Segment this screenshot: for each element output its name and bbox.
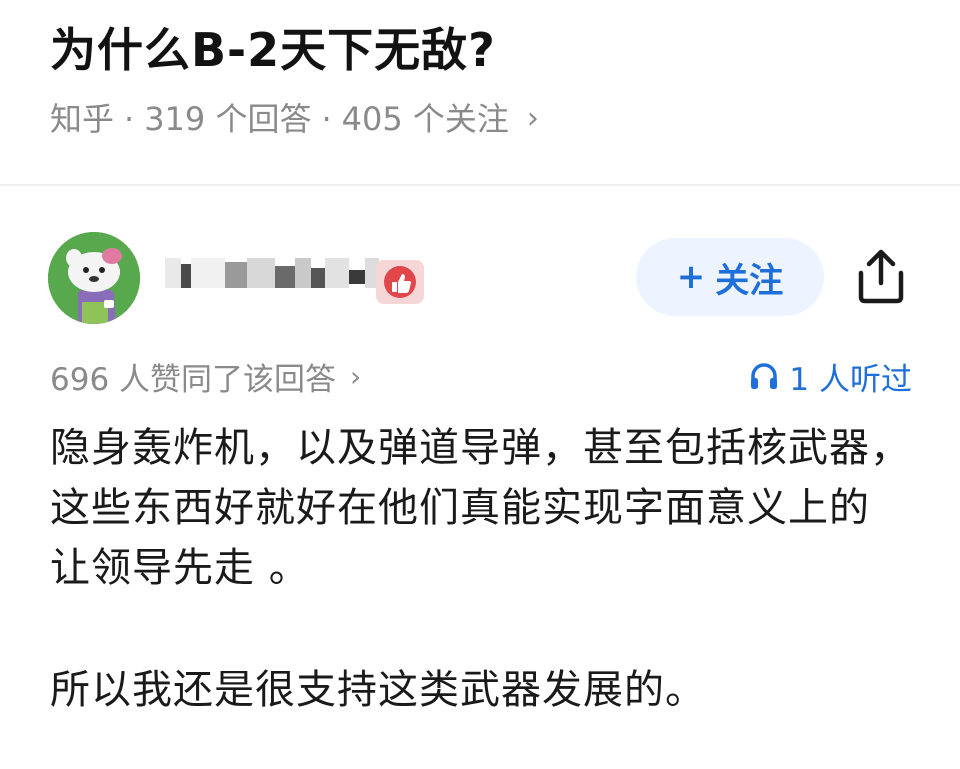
chevron-right-icon: ›: [526, 101, 539, 136]
followers-count: 405 个关注: [341, 100, 509, 138]
thumbs-up-badge-icon: [376, 260, 424, 304]
cartoon-avatar-icon: [48, 232, 140, 324]
answer-stats: 696 人赞同了该回答 › 1 人听过: [50, 352, 912, 400]
question-header: 为什么B-2天下无敌? 知乎 · 319 个回答 · 405 个关注 ›: [0, 0, 960, 186]
answer-body[interactable]: 隐身轰炸机，以及弹道导弹，甚至包括核武器，这些东西好就好在他们真能实现字面意义上…: [50, 418, 912, 720]
source-label: 知乎: [50, 100, 115, 138]
share-icon: [858, 249, 904, 304]
plus-icon: +: [676, 257, 706, 297]
listens-summary[interactable]: 1 人听过: [749, 354, 912, 399]
author-avatar[interactable]: [48, 232, 140, 324]
meta-separator: ·: [321, 100, 332, 138]
meta-separator: ·: [124, 100, 135, 138]
answer-paragraph: 所以我还是很支持这类武器发展的。: [50, 667, 706, 713]
chevron-right-icon: ›: [350, 359, 362, 393]
answers-count: 319 个回答: [144, 100, 312, 138]
question-title[interactable]: 为什么B-2天下无敌?: [50, 20, 496, 80]
share-button[interactable]: [846, 242, 916, 312]
likes-text: 696 人赞同了该回答: [50, 361, 337, 398]
listens-text: 1 人听过: [789, 361, 912, 398]
follow-button[interactable]: + 关注: [636, 238, 824, 316]
question-meta[interactable]: 知乎 · 319 个回答 · 405 个关注 ›: [50, 96, 539, 142]
headphones-icon: [751, 363, 778, 389]
answer-paragraph: 隐身轰炸机，以及弹道导弹，甚至包括核武器，这些东西好就好在他们真能实现字面意义上…: [50, 425, 911, 591]
likes-summary[interactable]: 696 人赞同了该回答 ›: [50, 354, 361, 399]
follow-label: 关注: [715, 260, 784, 301]
section-divider: [0, 184, 960, 186]
